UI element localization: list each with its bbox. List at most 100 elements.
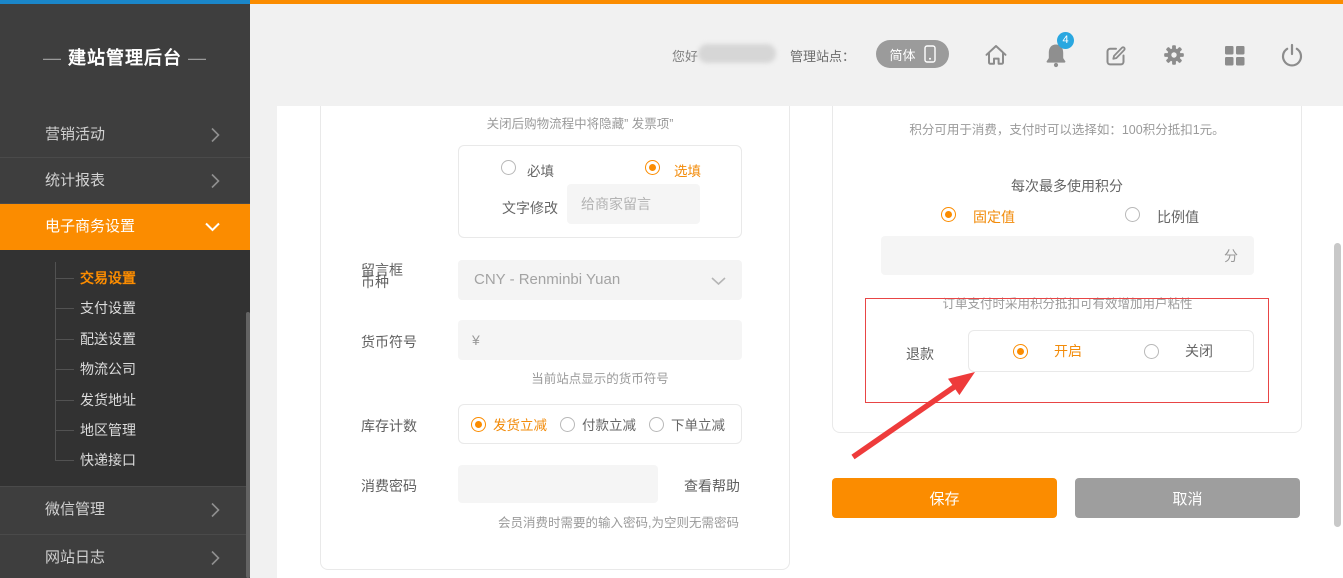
- sidebar-item-label: 统计报表: [45, 172, 105, 189]
- consume-password-input[interactable]: [458, 465, 658, 503]
- sidebar-subitem-logistics-company[interactable]: 物流公司: [0, 354, 250, 384]
- currency-label: 币种: [361, 272, 389, 292]
- chevron-right-icon: [211, 503, 220, 518]
- subitem-label: 交易设置: [80, 270, 136, 286]
- radio-optional[interactable]: [645, 160, 660, 175]
- apps-grid-icon[interactable]: [1220, 41, 1248, 69]
- view-help-link[interactable]: 查看帮助: [684, 476, 740, 496]
- radio-refund-on-label[interactable]: 开启: [1054, 341, 1082, 361]
- sidebar-item-marketing[interactable]: 营销活动: [0, 112, 250, 158]
- currency-select-value: CNY - Renminbi Yuan: [474, 271, 620, 288]
- gear-icon[interactable]: [1160, 41, 1188, 69]
- consume-password-label: 消费密码: [361, 476, 417, 496]
- sidebar-item-reports[interactable]: 统计报表: [0, 158, 250, 204]
- save-button[interactable]: 保存: [832, 478, 1057, 518]
- sidebar-subitem-express-api[interactable]: 快递接口: [0, 445, 250, 475]
- tree-tick: [55, 308, 74, 309]
- radio-refund-on[interactable]: [1013, 344, 1028, 359]
- sidebar-scrollbar[interactable]: [246, 312, 250, 578]
- radio-ratio-value-label[interactable]: 比例值: [1157, 207, 1199, 227]
- page-scrollbar[interactable]: [1334, 243, 1341, 527]
- text-modify-label: 文字修改: [502, 198, 558, 218]
- chevron-right-icon: [211, 128, 220, 143]
- app-title: — 建站管理后台 —: [0, 40, 250, 76]
- cancel-button[interactable]: 取消: [1075, 478, 1300, 518]
- radio-required[interactable]: [501, 160, 516, 175]
- chevron-down-icon: [205, 223, 220, 232]
- subitem-label: 支付设置: [80, 300, 136, 316]
- chevron-down-icon: [711, 277, 726, 285]
- sidebar-item-label: 微信管理: [45, 501, 105, 518]
- currency-select[interactable]: CNY - Renminbi Yuan: [458, 260, 742, 300]
- points-usage-hint: 积分可用于消费，支付时可以选择如：100积分抵扣1元。: [853, 119, 1281, 138]
- radio-ship-deduct-label[interactable]: 发货立减: [493, 414, 547, 434]
- refund-off-option: 关闭: [1144, 341, 1213, 361]
- refund-group: 开启 关闭: [968, 330, 1254, 372]
- radio-ship-deduct[interactable]: [471, 417, 486, 432]
- subitem-label: 地区管理: [80, 422, 136, 438]
- currency-symbol-label: 货币符号: [361, 332, 417, 352]
- mobile-icon: [924, 45, 936, 63]
- stock-count-group: 发货立减 付款立减 下单立减: [458, 404, 742, 444]
- sidebar-item-label: 网站日志: [45, 549, 105, 566]
- tree-tick: [55, 400, 74, 401]
- sidebar-item-site-log[interactable]: 网站日志: [0, 535, 250, 578]
- home-icon[interactable]: [982, 41, 1010, 69]
- trade-settings-form: 关闭后购物流程中将隐藏” 发票项” 留言框 必填 选填 文字修改 币种 CNY …: [320, 106, 790, 570]
- sidebar-subitem-region-management[interactable]: 地区管理: [0, 415, 250, 445]
- redacted-username: [698, 44, 776, 63]
- sidebar-subitem-shipping-address[interactable]: 发货地址: [0, 385, 250, 415]
- chevron-right-icon: [211, 551, 220, 566]
- tree-tick: [55, 339, 74, 340]
- tree-tick: [55, 460, 74, 461]
- radio-refund-off[interactable]: [1144, 344, 1159, 359]
- language-label: 简体: [889, 45, 915, 64]
- tree-tick: [55, 430, 74, 431]
- sidebar: — 建站管理后台 — 营销活动 统计报表 电子商务设置 交易设置 支付设置 配送设置…: [0, 0, 250, 578]
- currency-symbol-input[interactable]: [458, 320, 742, 360]
- max-points-input[interactable]: [881, 236, 1224, 275]
- main-top-accent: [250, 0, 1343, 4]
- radio-fixed-value-label[interactable]: 固定值: [973, 207, 1015, 227]
- sidebar-item-ecommerce-settings[interactable]: 电子商务设置: [0, 204, 250, 250]
- radio-fixed-value[interactable]: [941, 207, 956, 222]
- subitem-label: 物流公司: [80, 361, 136, 377]
- subitem-label: 快递接口: [80, 452, 136, 468]
- radio-pay-deduct-label[interactable]: 付款立减: [582, 414, 636, 434]
- sidebar-item-wechat[interactable]: 微信管理: [0, 487, 250, 533]
- points-input-wrap: 分: [881, 236, 1254, 275]
- subitem-label: 配送设置: [80, 331, 136, 347]
- sidebar-subitem-trade-settings[interactable]: 交易设置: [0, 263, 250, 293]
- title-dash-left: —: [43, 48, 62, 68]
- sidebar-submenu: 交易设置 支付设置 配送设置 物流公司 发货地址 地区管理 快递接口: [0, 250, 250, 486]
- currency-symbol-hint: 当前站点显示的货币符号: [458, 368, 742, 387]
- sidebar-subitem-payment-settings[interactable]: 支付设置: [0, 293, 250, 323]
- notification-badge: 4: [1057, 32, 1074, 49]
- radio-order-deduct[interactable]: [649, 417, 664, 432]
- deduction-hint: 订单支付时采用积分抵扣可有效增加用户粘性: [881, 293, 1254, 312]
- edit-icon[interactable]: [1102, 41, 1130, 69]
- stock-count-label: 库存计数: [361, 416, 417, 436]
- sidebar-item-label: 电子商务设置: [45, 218, 135, 235]
- message-box-group: 必填 选填 文字修改: [458, 145, 742, 238]
- title-dash-right: —: [188, 48, 207, 68]
- consume-password-hint: 会员消费时需要的输入密码,为空则无需密码: [458, 512, 779, 531]
- sidebar-top-accent: [0, 0, 250, 4]
- sidebar-subitem-delivery-settings[interactable]: 配送设置: [0, 324, 250, 354]
- language-switch-pill[interactable]: 简体: [876, 40, 949, 68]
- radio-ratio-value[interactable]: [1125, 207, 1140, 222]
- radio-pay-deduct[interactable]: [560, 417, 575, 432]
- radio-refund-off-label[interactable]: 关闭: [1185, 341, 1213, 361]
- points-unit-suffix: 分: [1224, 246, 1254, 266]
- merchant-message-input[interactable]: [567, 184, 700, 224]
- app-title-text: 建站管理后台: [68, 48, 182, 68]
- chevron-right-icon: [211, 174, 220, 189]
- radio-optional-label[interactable]: 选填: [674, 160, 701, 180]
- radio-required-label[interactable]: 必填: [527, 160, 554, 180]
- app-window: — 建站管理后台 — 营销活动 统计报表 电子商务设置 交易设置 支付设置 配送设置…: [0, 0, 1343, 578]
- tree-tick: [55, 369, 74, 370]
- power-icon[interactable]: [1278, 41, 1306, 69]
- manage-site-label: 管理站点：: [790, 46, 855, 65]
- radio-order-deduct-label[interactable]: 下单立减: [671, 414, 725, 434]
- tree-tick: [55, 278, 74, 279]
